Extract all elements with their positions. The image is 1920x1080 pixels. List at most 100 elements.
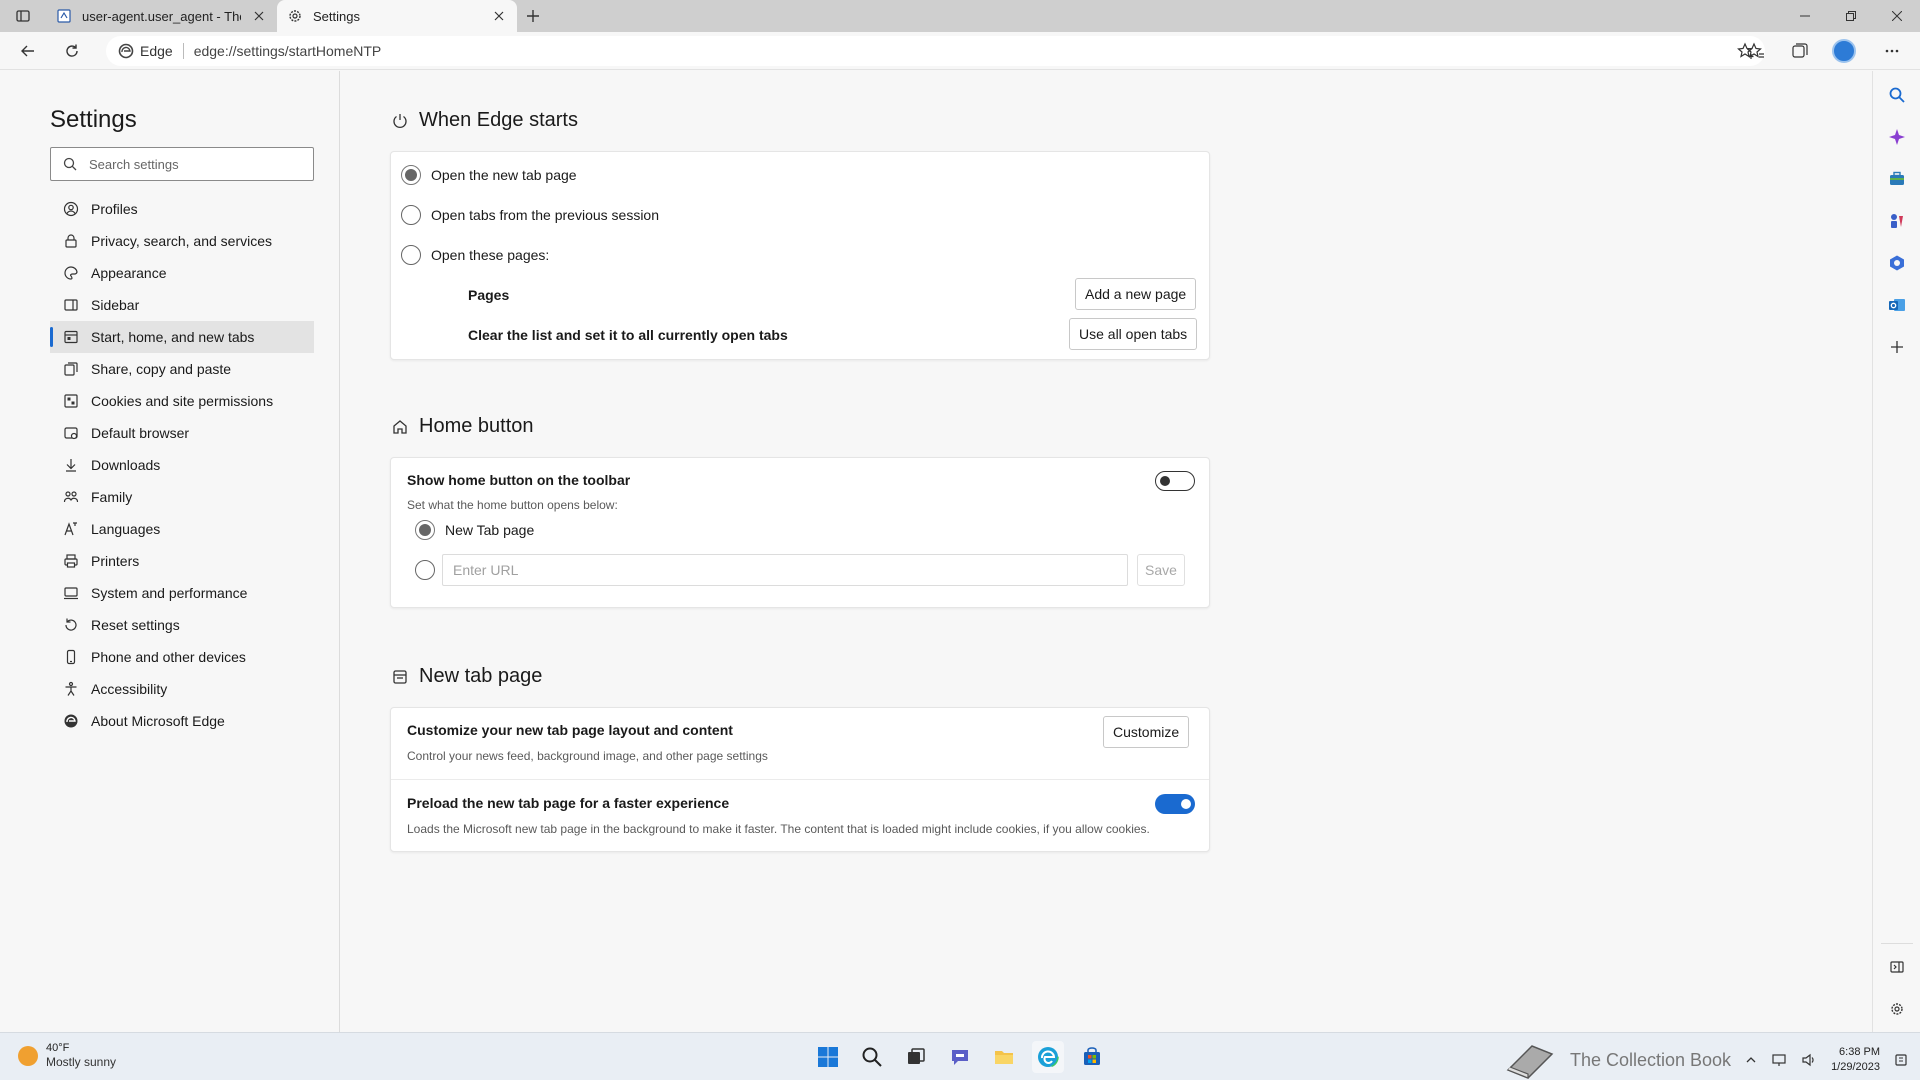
radio-button[interactable]	[415, 520, 435, 540]
sidebar-item-start-home[interactable]: Start, home, and new tabs	[50, 321, 314, 353]
save-button[interactable]: Save	[1137, 554, 1185, 586]
teams-chat-button[interactable]	[944, 1041, 976, 1073]
clock[interactable]: 6:38 PM 1/29/2023	[1831, 1045, 1880, 1075]
edge-icon	[1037, 1046, 1059, 1068]
task-view-button[interactable]	[900, 1041, 932, 1073]
customize-sub-label: Control your news feed, background image…	[407, 749, 768, 763]
sidebar-shopping-button[interactable]	[1885, 167, 1909, 191]
sidebar-item-share[interactable]: Share, copy and paste	[50, 353, 314, 385]
sun-icon	[18, 1045, 38, 1066]
startup-option-these-pages[interactable]: Open these pages:	[401, 245, 549, 265]
option-label: Open the new tab page	[431, 167, 577, 183]
store-button[interactable]	[1076, 1041, 1108, 1073]
folder-icon	[995, 1051, 1013, 1064]
sidebar-item-label: Phone and other devices	[91, 649, 246, 665]
edge-taskbar-button[interactable]	[1032, 1041, 1064, 1073]
start-button[interactable]	[812, 1041, 844, 1073]
address-bar[interactable]: Edge edge://settings/startHomeNTP	[106, 36, 1765, 66]
settings-sidebar: Settings Search settings Profiles Privac…	[0, 71, 340, 1032]
show-home-toggle[interactable]	[1155, 471, 1195, 491]
sidebar-item-languages[interactable]: Languages	[50, 513, 314, 545]
sidebar-games-button[interactable]	[1885, 209, 1909, 233]
sidebar-hide-button[interactable]	[1885, 955, 1909, 979]
sidebar-item-privacy[interactable]: Privacy, search, and services	[50, 225, 314, 257]
network-icon[interactable]	[1771, 1052, 1787, 1068]
restore-button[interactable]	[1828, 0, 1874, 32]
weather-temp: 40°F	[46, 1042, 70, 1054]
sidebar-item-profiles[interactable]: Profiles	[50, 193, 314, 225]
option-label: Open these pages:	[431, 247, 550, 263]
section-when-edge-starts: When Edge starts	[391, 109, 578, 132]
sidebar-item-printers[interactable]: Printers	[50, 545, 314, 577]
search-icon	[862, 1047, 882, 1067]
sidebar-item-phone[interactable]: Phone and other devices	[50, 641, 314, 673]
sidebar-item-appearance[interactable]: Appearance	[50, 257, 314, 289]
sidebar-search-button[interactable]	[1885, 83, 1909, 107]
refresh-button[interactable]	[58, 37, 86, 65]
favorites-button[interactable]	[1742, 37, 1770, 65]
appearance-icon	[64, 266, 78, 280]
site-info[interactable]: Edge	[118, 43, 173, 59]
sidebar-item-label: Accessibility	[91, 681, 168, 697]
tab-actions-button[interactable]	[0, 0, 46, 32]
gear-icon	[289, 10, 301, 22]
tab-user-agent[interactable]: user-agent.user_agent - The Coll	[46, 0, 277, 32]
sidebar-discover-button[interactable]	[1885, 125, 1909, 149]
tab-close-button[interactable]	[491, 8, 507, 24]
edge-icon	[118, 43, 134, 59]
new-tab-button[interactable]	[517, 0, 549, 32]
sidebar-settings-button[interactable]	[1885, 997, 1909, 1021]
sidebar-add-button[interactable]	[1885, 335, 1909, 359]
page-icon	[57, 9, 71, 23]
file-explorer-button[interactable]	[988, 1041, 1020, 1073]
profile-avatar[interactable]	[1832, 39, 1856, 63]
home-url-input[interactable]: Enter URL	[442, 554, 1128, 586]
search-input[interactable]: Search settings	[50, 147, 314, 181]
startup-option-previous-session[interactable]: Open tabs from the previous session	[401, 205, 659, 225]
card-divider	[391, 779, 1209, 780]
sidebar-item-label: About Microsoft Edge	[91, 713, 225, 729]
sidebar-outlook-button[interactable]	[1885, 293, 1909, 317]
weather-widget[interactable]: 40°F Mostly sunny	[18, 1041, 116, 1070]
sidebar-item-reset[interactable]: Reset settings	[50, 609, 314, 641]
sidebar-item-default-browser[interactable]: Default browser	[50, 417, 314, 449]
collections-button[interactable]	[1786, 37, 1814, 65]
more-icon	[1885, 49, 1899, 53]
startup-option-new-tab[interactable]: Open the new tab page	[401, 165, 577, 185]
sidebar-item-family[interactable]: Family	[50, 481, 314, 513]
tab-close-button[interactable]	[251, 8, 267, 24]
volume-icon[interactable]	[1801, 1052, 1817, 1068]
sidebar-item-system[interactable]: System and performance	[50, 577, 314, 609]
home-option-new-tab[interactable]: New Tab page	[415, 520, 534, 540]
radio-button[interactable]	[401, 245, 421, 265]
games-icon	[1891, 214, 1903, 228]
minimize-button[interactable]	[1782, 0, 1828, 32]
customize-button[interactable]: Customize	[1103, 716, 1190, 748]
tab-actions-icon	[16, 10, 30, 22]
sidebar-item-about[interactable]: About Microsoft Edge	[50, 705, 314, 737]
preload-toggle[interactable]	[1155, 794, 1195, 814]
add-new-page-button[interactable]: Add a new page	[1075, 278, 1197, 310]
close-icon	[494, 11, 504, 21]
section-title: When Edge starts	[419, 109, 578, 131]
radio-button[interactable]	[401, 165, 421, 185]
settings-more-button[interactable]	[1878, 37, 1906, 65]
close-window-button[interactable]	[1874, 0, 1920, 32]
sidebar-item-sidebar[interactable]: Sidebar	[50, 289, 314, 321]
notification-icon[interactable]	[1894, 1053, 1908, 1067]
pages-label: Pages	[468, 287, 510, 303]
new-tab-icon	[393, 669, 407, 684]
sidebar-item-downloads[interactable]: Downloads	[50, 449, 314, 481]
chevron-up-icon[interactable]	[1745, 1054, 1757, 1066]
sidebar-office-button[interactable]	[1885, 251, 1909, 275]
use-all-open-tabs-button[interactable]: Use all open tabs	[1069, 318, 1198, 350]
radio-button[interactable]	[401, 205, 421, 225]
back-button[interactable]	[14, 37, 42, 65]
taskbar-apps	[812, 1041, 1108, 1073]
tab-settings[interactable]: Settings	[277, 0, 517, 32]
taskbar-search-button[interactable]	[856, 1041, 888, 1073]
tab-strip: user-agent.user_agent - The Coll Setting…	[0, 0, 1920, 32]
home-option-url-radio[interactable]	[415, 560, 435, 580]
sidebar-item-accessibility[interactable]: Accessibility	[50, 673, 314, 705]
sidebar-item-cookies[interactable]: Cookies and site permissions	[50, 385, 314, 417]
